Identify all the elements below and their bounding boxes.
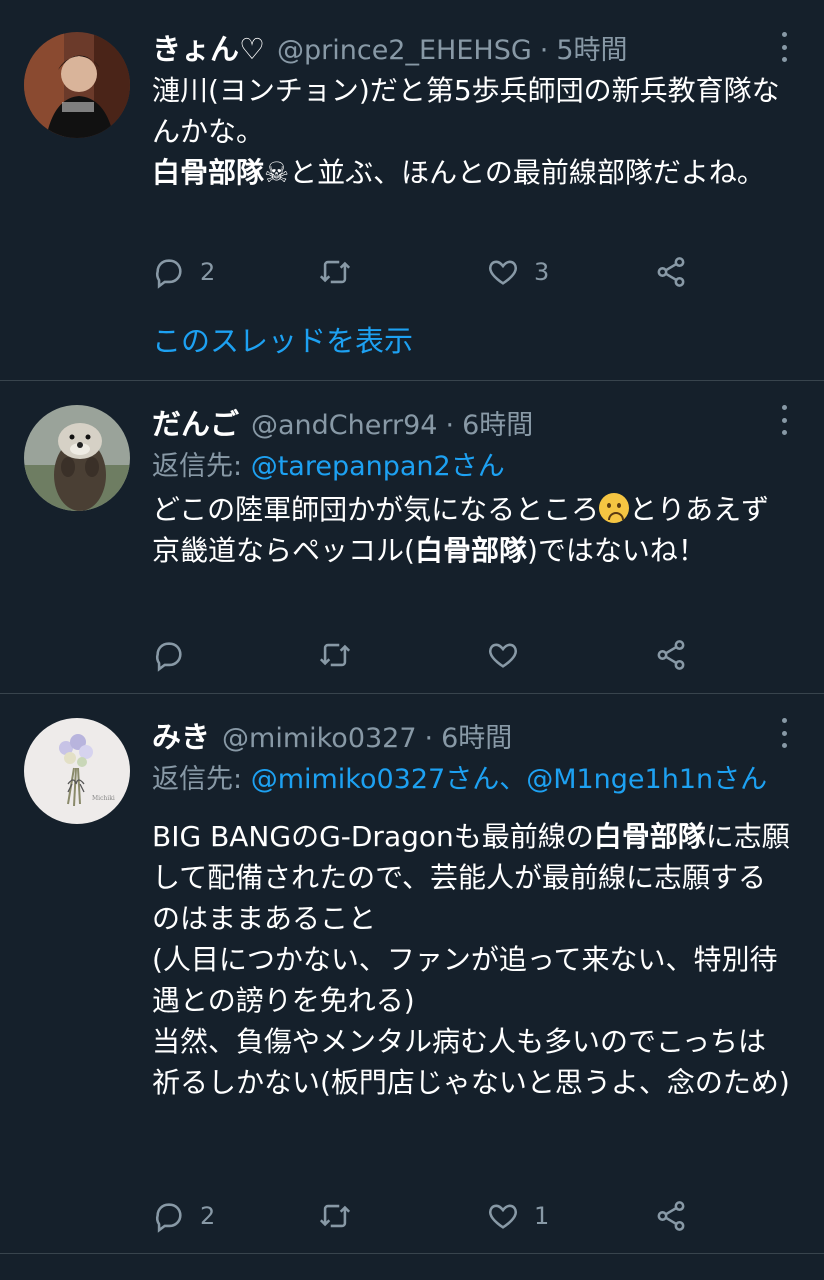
reply-to-line: 返信先: @mimiko0327さん、@M1nge1h1nさん xyxy=(152,764,768,795)
tweet-text: 漣川(ヨンチョン)だと第5歩兵師団の新兵教育隊なんかな。 白骨部隊☠と並ぶ、ほん… xyxy=(152,74,780,189)
display-name[interactable]: だんご xyxy=(152,401,239,443)
share-button[interactable] xyxy=(654,1196,688,1236)
retweet-button[interactable] xyxy=(318,252,366,292)
more-icon[interactable] xyxy=(774,32,794,62)
share-button[interactable] xyxy=(654,252,688,292)
timestamp: 5時間 xyxy=(556,35,628,66)
reply-count: 2 xyxy=(200,1202,216,1230)
reply-icon xyxy=(155,259,182,289)
retweet-icon xyxy=(319,260,351,284)
share-button[interactable] xyxy=(654,635,688,675)
tweet[interactable]: だんご @andCherr94 · 6時間 返信先: @tarepanpan2さん … xyxy=(0,381,824,694)
like-button[interactable]: 1 xyxy=(486,1196,549,1236)
like-count: 1 xyxy=(534,1202,550,1230)
handle[interactable]: @mimiko0327 · 6時間 xyxy=(222,716,512,755)
show-thread-link[interactable]: このスレッドを表示 xyxy=(152,318,413,360)
reply-to-mention[interactable]: @mimiko0327さん、@M1nge1h1nさん xyxy=(251,764,767,795)
share-icon xyxy=(657,1201,685,1231)
reply-to-mention[interactable]: @tarepanpan2さん xyxy=(251,451,505,482)
svg-text:Michiki: Michiki xyxy=(92,795,115,802)
tweet-actions: 2 1 xyxy=(152,1196,712,1236)
reply-button[interactable]: 2 xyxy=(152,1196,215,1236)
timestamp: 6時間 xyxy=(441,723,513,754)
display-name[interactable]: みき xyxy=(152,714,210,756)
reply-to-line: 返信先: @tarepanpan2さん xyxy=(152,451,505,482)
timestamp: 6時間 xyxy=(462,410,534,441)
reply-button[interactable] xyxy=(152,635,200,675)
tweet-text: どこの陸軍師団かが気になるところ とりあえず京畿道ならペッコル(白骨部隊)ではない… xyxy=(152,493,770,567)
display-name[interactable]: きょん♡ xyxy=(152,26,265,68)
tweet[interactable]: Michiki みき @mimiko0327 · 6時間 返信先: @mimiko0… xyxy=(0,694,824,1254)
like-icon xyxy=(489,260,517,285)
avatar[interactable]: Michiki xyxy=(24,718,130,824)
tweet-header: みき @mimiko0327 · 6時間 xyxy=(152,714,794,758)
like-button[interactable]: 3 xyxy=(486,252,549,292)
more-icon[interactable] xyxy=(774,405,794,435)
retweet-icon xyxy=(319,643,351,667)
reply-button[interactable]: 2 xyxy=(152,252,215,292)
worried-face-emoji xyxy=(599,493,630,523)
handle[interactable]: @prince2_EHEHSG · 5時間 xyxy=(277,28,628,67)
avatar[interactable] xyxy=(24,405,130,511)
more-icon[interactable] xyxy=(774,718,794,748)
tweet-text: BIG BANGのG-Dragonも最前線の白骨部隊に志願して配備されたので、芸… xyxy=(152,820,790,1099)
like-count: 3 xyxy=(534,258,550,286)
share-icon xyxy=(657,257,685,287)
retweet-icon xyxy=(319,1204,351,1228)
avatar[interactable] xyxy=(24,32,130,138)
like-icon xyxy=(489,1204,517,1229)
tweet-actions xyxy=(152,635,712,675)
share-icon xyxy=(657,640,685,670)
handle[interactable]: @andCherr94 · 6時間 xyxy=(251,403,533,442)
tweet-header: きょん♡ @prince2_EHEHSG · 5時間 xyxy=(152,26,794,70)
like-icon xyxy=(489,643,517,668)
reply-icon xyxy=(155,1203,182,1233)
tweet[interactable]: きょん♡ @prince2_EHEHSG · 5時間 漣川(ヨンチョン)だと第5歩兵… xyxy=(0,0,824,381)
tweet-header: だんご @andCherr94 · 6時間 xyxy=(152,401,794,445)
like-button[interactable] xyxy=(486,635,534,675)
reply-icon xyxy=(155,642,182,672)
retweet-button[interactable] xyxy=(318,635,366,675)
retweet-button[interactable] xyxy=(318,1196,366,1236)
tweet-actions: 2 3 xyxy=(152,252,712,292)
reply-count: 2 xyxy=(200,258,216,286)
